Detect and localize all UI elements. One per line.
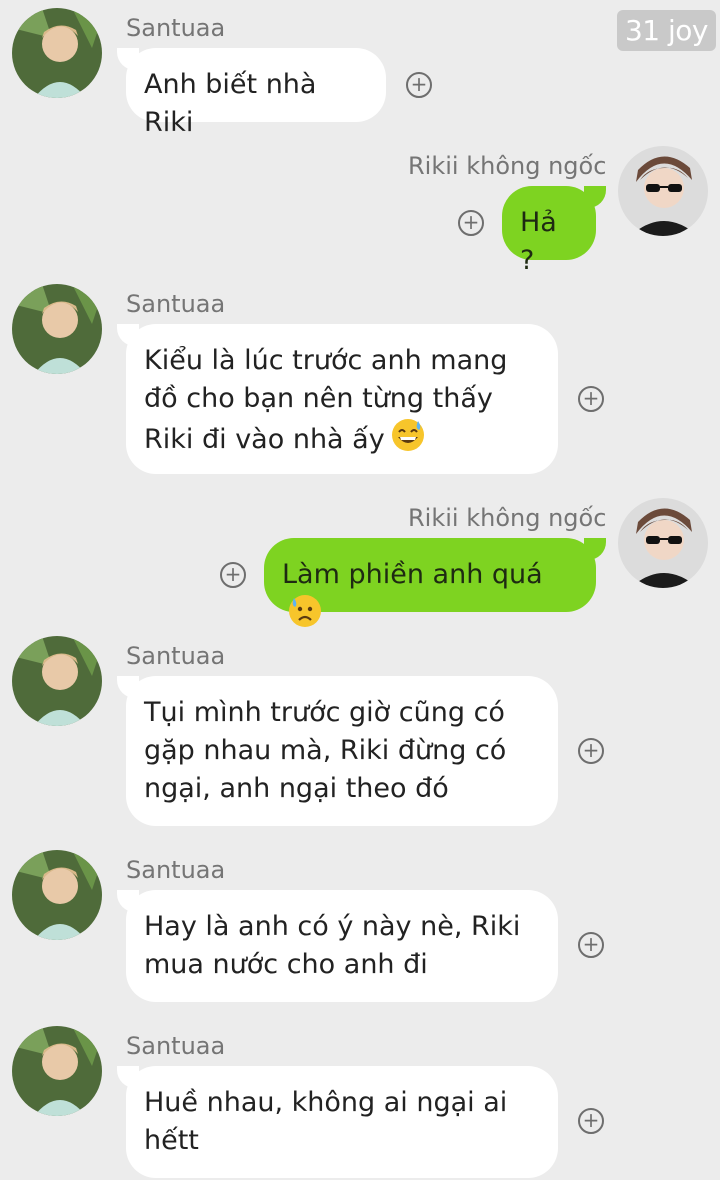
avatar-santuaa[interactable] bbox=[12, 636, 102, 726]
plus-circle-icon[interactable]: + bbox=[578, 1108, 604, 1134]
message-bubble[interactable]: Làm phiền anh quá bbox=[264, 538, 596, 627]
bubble-tail bbox=[117, 48, 139, 70]
bubble-tail bbox=[584, 186, 606, 208]
sender-name: Santuaa bbox=[126, 642, 226, 670]
bubble-tail bbox=[117, 890, 139, 912]
avatar-santuaa[interactable] bbox=[12, 284, 102, 374]
grinning-sweat-emoji bbox=[391, 418, 425, 463]
message-bubble[interactable]: Kiểu là lúc trước anh mang đồ cho bạn nê… bbox=[126, 324, 558, 474]
avatar-santuaa[interactable] bbox=[12, 850, 102, 940]
bubble-tail bbox=[117, 324, 139, 346]
message-text: Huề nhau, không ai ngại ai hếtt bbox=[144, 1087, 508, 1156]
bubble-tail bbox=[584, 538, 606, 560]
sender-name: Rikii không ngốc bbox=[408, 504, 607, 532]
avatar-santuaa[interactable] bbox=[12, 8, 102, 98]
avatar-santuaa[interactable] bbox=[12, 1026, 102, 1116]
sender-name: Rikii không ngốc bbox=[408, 152, 607, 180]
watermark-label: 31 joy bbox=[616, 10, 716, 51]
plus-circle-icon[interactable]: + bbox=[578, 738, 604, 764]
bubble-tail bbox=[117, 1066, 139, 1088]
avatar-rikii[interactable] bbox=[618, 498, 708, 588]
message-bubble[interactable]: Tụi mình trước giờ cũng có gặp nhau mà, … bbox=[126, 676, 558, 826]
sender-name: Santuaa bbox=[126, 290, 226, 318]
plus-circle-icon[interactable]: + bbox=[406, 72, 432, 98]
sender-name: Santuaa bbox=[126, 1032, 226, 1060]
message-text: Hả ? bbox=[520, 207, 557, 276]
sender-name: Santuaa bbox=[126, 14, 226, 42]
message-bubble[interactable]: Anh biết nhà Riki bbox=[126, 48, 386, 138]
plus-circle-icon[interactable]: + bbox=[578, 932, 604, 958]
sender-name: Santuaa bbox=[126, 856, 226, 884]
message-bubble[interactable]: Huề nhau, không ai ngại ai hếtt bbox=[126, 1066, 558, 1178]
message-bubble[interactable]: Hả ? bbox=[502, 186, 596, 276]
plus-circle-icon[interactable]: + bbox=[458, 210, 484, 236]
message-bubble[interactable]: Hay là anh có ý này nè, Riki mua nước ch… bbox=[126, 890, 558, 1002]
message-text: Kiểu là lúc trước anh mang đồ cho bạn nê… bbox=[144, 345, 508, 455]
avatar-rikii[interactable] bbox=[618, 146, 708, 236]
message-text: Anh biết nhà Riki bbox=[144, 69, 317, 138]
message-text: Tụi mình trước giờ cũng có gặp nhau mà, … bbox=[144, 697, 507, 804]
bubble-tail bbox=[117, 676, 139, 698]
worried-sweat-emoji bbox=[288, 594, 322, 639]
message-text: Hay là anh có ý này nè, Riki mua nước ch… bbox=[144, 911, 521, 980]
plus-circle-icon[interactable]: + bbox=[220, 562, 246, 588]
message-text: Làm phiền anh quá bbox=[282, 559, 543, 590]
plus-circle-icon[interactable]: + bbox=[578, 386, 604, 412]
